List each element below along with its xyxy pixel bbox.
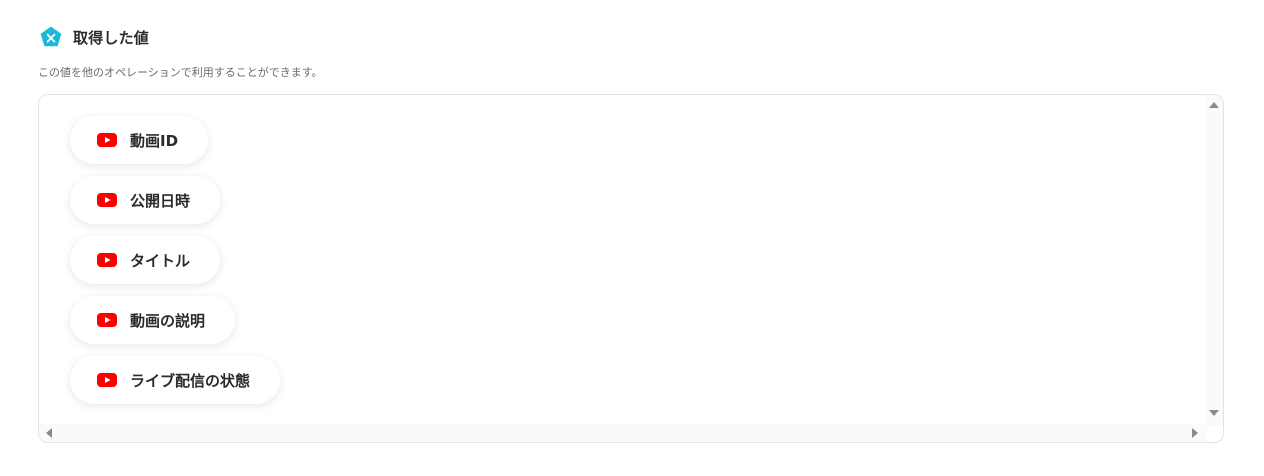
value-chip-live-status[interactable]: ライブ配信の状態 <box>70 356 281 404</box>
section-title: 取得した値 <box>73 28 150 47</box>
scroll-down-icon[interactable] <box>1209 410 1219 416</box>
value-chip-description[interactable]: 動画の説明 <box>70 296 236 344</box>
value-chip-label: ライブ配信の状態 <box>130 371 251 390</box>
vertical-scrollbar[interactable] <box>1205 95 1223 426</box>
youtube-icon <box>97 253 117 267</box>
scroll-left-icon[interactable] <box>46 428 52 438</box>
value-chip-published-at[interactable]: 公開日時 <box>70 176 221 224</box>
section-description: この値を他のオペレーションで利用することができます。 <box>38 66 323 79</box>
value-chip-label: 動画ID <box>130 131 179 150</box>
section-header: 取得した値 <box>40 25 149 49</box>
scroll-right-icon[interactable] <box>1192 428 1198 438</box>
youtube-icon <box>97 373 117 387</box>
value-chip-video-id[interactable]: 動画ID <box>70 116 209 164</box>
youtube-icon <box>97 313 117 327</box>
scroll-up-icon[interactable] <box>1209 102 1219 108</box>
youtube-icon <box>97 193 117 207</box>
value-chip-label: 動画の説明 <box>130 311 206 330</box>
values-panel: 動画ID 公開日時 タイトル 動画の説明 ライブ配信の状態 <box>38 94 1224 443</box>
variable-pentagon-icon <box>40 26 62 47</box>
value-chip-title[interactable]: タイトル <box>70 236 221 284</box>
horizontal-scrollbar[interactable] <box>39 424 1207 442</box>
youtube-icon <box>97 133 117 147</box>
value-chip-label: タイトル <box>130 251 191 270</box>
value-chip-label: 公開日時 <box>130 191 191 210</box>
